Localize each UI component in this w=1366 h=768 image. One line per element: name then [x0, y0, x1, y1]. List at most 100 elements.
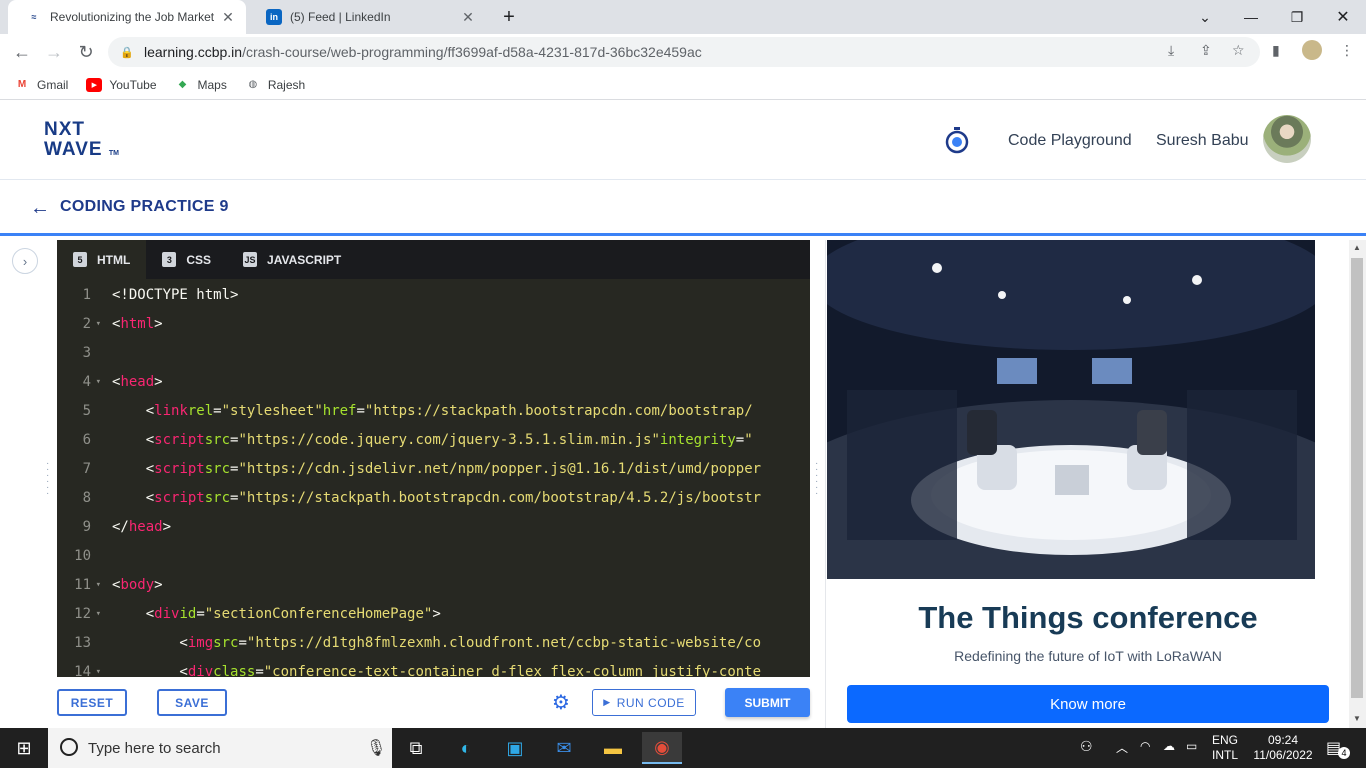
task-view-icon[interactable]: ⧉ — [396, 732, 436, 764]
bookmark-rajesh[interactable]: ◍ Rajesh — [245, 78, 305, 92]
run-code-label: RUN CODE — [616, 695, 685, 710]
nxtwave-logo[interactable]: NXT WAVE TM — [44, 120, 119, 164]
browser-tab-linkedin[interactable]: in (5) Feed | LinkedIn ✕ — [248, 0, 486, 34]
address-bar[interactable]: 🔒 learning.ccbp.in/crash-course/web-prog… — [108, 37, 1260, 67]
reload-icon[interactable]: ↻ — [74, 40, 98, 64]
url-host: learning.ccbp.in — [144, 44, 243, 60]
side-panel-icon[interactable]: ▮ — [1272, 42, 1280, 59]
mail-icon[interactable]: ✉ — [544, 732, 584, 764]
run-code-button[interactable]: ▶ RUN CODE — [592, 689, 696, 716]
code-line[interactable]: < script src = "https://stackpath.bootstrap… — [112, 483, 797, 512]
browser-tab-active[interactable]: ≈ Revolutionizing the Job Market | ✕ — [8, 0, 246, 34]
stopwatch-icon[interactable] — [944, 126, 970, 154]
microphone-icon[interactable]: 🎙 — [366, 738, 386, 758]
code-attr: id — [179, 605, 197, 622]
bookmark-gmail[interactable]: M Gmail — [14, 78, 69, 92]
user-name[interactable]: Suresh Babu — [1156, 132, 1249, 150]
line-number[interactable]: 14 — [57, 657, 103, 678]
line-number: 8 — [82, 489, 91, 506]
code-tag: html — [120, 315, 155, 332]
code-tag: head — [120, 373, 155, 390]
avatar[interactable] — [1263, 115, 1311, 163]
bookmark-maps[interactable]: ◆ Maps — [175, 78, 227, 92]
code-line[interactable]: < body > — [112, 570, 797, 599]
close-tab-icon[interactable]: ✕ — [458, 9, 478, 26]
code-line[interactable]: </head > — [112, 512, 797, 541]
search-placeholder: Type here to search — [88, 739, 221, 757]
taskbar-search-box[interactable]: Type here to search 🎙 — [48, 728, 392, 768]
submit-button[interactable]: SUBMIT — [725, 688, 810, 717]
new-tab-icon[interactable]: + — [494, 4, 524, 30]
code-line[interactable]: < div id = "sectionConferenceHomePage" > — [112, 599, 797, 628]
know-more-button[interactable]: Know more — [847, 685, 1329, 723]
tab-html[interactable]: 5 HTML — [57, 240, 147, 279]
input-language[interactable]: ENG INTL — [1212, 733, 1238, 763]
edge-browser-icon[interactable]: ◐ — [446, 732, 486, 764]
network-icon[interactable]: ☁ — [1163, 739, 1175, 753]
share-icon[interactable]: ⇪ — [1200, 42, 1212, 59]
code-string: "conference-text-container d-flex flex-c… — [263, 663, 762, 678]
gear-icon[interactable]: ⚙ — [552, 693, 572, 713]
code-line[interactable]: < script src = "https://code.jquery.com/jqu… — [112, 425, 797, 454]
code-line[interactable]: < img src = "https://d1tgh8fmlzexmh.cloudfr… — [112, 628, 797, 657]
code-attr: src — [204, 431, 231, 448]
save-button[interactable]: SAVE — [157, 689, 227, 716]
code-tag: div — [187, 663, 214, 678]
left-resize-handle[interactable]: · · · · · · — [46, 459, 50, 499]
code-tag: link — [154, 402, 188, 419]
tab-search-chevron-icon[interactable]: ⌄ — [1190, 4, 1220, 30]
back-arrow-icon[interactable]: ← — [30, 197, 50, 220]
clock[interactable]: 09:24 11/06/2022 — [1246, 733, 1320, 763]
code-string: "https://code.jquery.com/jquery-3.5.1.sl… — [238, 431, 660, 448]
windows-start-icon[interactable]: ⊞ — [4, 732, 44, 764]
close-tab-icon[interactable]: ✕ — [218, 9, 238, 26]
code-line[interactable]: < html > — [112, 309, 797, 338]
code-line[interactable]: < script src = "https://cdn.jsdelivr.net/np… — [112, 454, 797, 483]
scroll-up-icon[interactable]: ▲ — [1353, 243, 1361, 252]
bookmark-youtube[interactable]: ▶ YouTube — [86, 77, 157, 92]
battery-icon[interactable]: ▭ — [1186, 739, 1197, 753]
minimize-icon[interactable]: — — [1236, 4, 1266, 30]
wifi-icon[interactable]: ◠ — [1140, 739, 1150, 753]
microsoft-store-icon[interactable]: ▣ — [495, 732, 535, 764]
scrollbar-thumb[interactable] — [1351, 258, 1363, 698]
restore-icon[interactable]: ❐ — [1282, 4, 1312, 30]
play-icon: ▶ — [603, 697, 611, 707]
install-app-icon[interactable]: ⤓ — [1168, 42, 1174, 59]
tab-javascript[interactable]: JS JAVASCRIPT — [227, 240, 357, 279]
center-resize-handle[interactable]: · · · · · · — [815, 459, 819, 499]
more-menu-icon[interactable]: ⋮ — [1340, 42, 1354, 59]
show-hidden-icons-chevron-icon[interactable]: ︿ — [1116, 739, 1128, 756]
page-title: CODING PRACTICE 9 — [60, 198, 229, 215]
practice-header: ← CODING PRACTICE 9 — [0, 180, 1366, 236]
chrome-icon[interactable]: ◉ — [642, 732, 682, 764]
url-path: /crash-course/web-programming/ff3699af-d… — [242, 44, 702, 60]
line-number[interactable]: 4 — [57, 367, 103, 396]
lock-icon: 🔒 — [120, 46, 134, 59]
bookmark-star-icon[interactable]: ☆ — [1232, 42, 1245, 59]
preview-scrollbar[interactable]: ▲ ▼ — [1349, 240, 1366, 728]
code-tag: div — [154, 605, 180, 622]
code-playground-link[interactable]: Code Playground — [1008, 132, 1132, 150]
code-line[interactable] — [112, 541, 797, 570]
close-window-icon[interactable]: ✕ — [1328, 4, 1358, 30]
file-explorer-icon[interactable]: ▬ — [593, 732, 633, 764]
scroll-down-icon[interactable]: ▼ — [1353, 714, 1361, 723]
reset-button[interactable]: RESET — [57, 689, 127, 716]
forward-icon[interactable]: → — [42, 40, 66, 64]
line-number[interactable]: 11 — [57, 570, 103, 599]
line-number[interactable]: 2 — [57, 309, 103, 338]
line-number: 7 — [82, 460, 91, 477]
code-line[interactable] — [112, 338, 797, 367]
profile-avatar-icon[interactable] — [1302, 40, 1322, 60]
back-icon[interactable]: ← — [10, 40, 34, 64]
code-line[interactable]: < head > — [112, 367, 797, 396]
code-line[interactable]: <!DOCTYPE html> — [112, 280, 797, 309]
tab-label: JAVASCRIPT — [267, 252, 342, 267]
expand-sidebar-button[interactable]: › — [12, 248, 38, 274]
line-number[interactable]: 12 — [57, 599, 103, 628]
people-icon[interactable]: ⚇ — [1080, 738, 1093, 755]
code-line[interactable]: < link rel = "stylesheet" href = "https://sta… — [112, 396, 797, 425]
code-line[interactable]: < div class = "conference-text-container d-… — [112, 657, 797, 678]
tab-css[interactable]: 3 CSS — [146, 240, 227, 279]
